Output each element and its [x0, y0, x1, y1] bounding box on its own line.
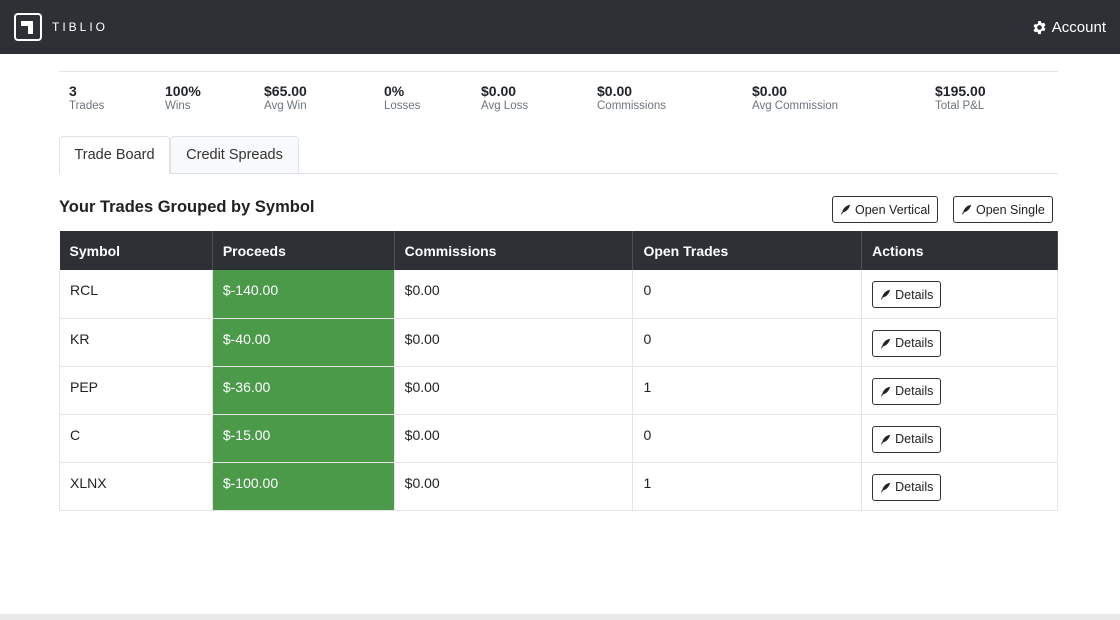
table-row: KR $-40.00 $0.00 0 Details	[59, 318, 1058, 367]
stat-value: $0.00	[481, 83, 517, 99]
feather-icon	[881, 434, 891, 444]
cell-actions: Details	[861, 318, 1058, 367]
cell-open-trades: 1	[632, 366, 863, 415]
stat-wins: 100% Wins	[165, 84, 201, 114]
details-button[interactable]: Details	[872, 425, 942, 453]
stat-value: 3	[69, 83, 77, 99]
header-symbol[interactable]: Symbol	[59, 231, 213, 270]
details-button[interactable]: Details	[872, 377, 942, 405]
open-vertical-button[interactable]: Open Vertical	[832, 196, 939, 223]
cell-actions: Details	[861, 366, 1058, 415]
cell-open-trades: 0	[632, 318, 863, 367]
table-header-row: Symbol Proceeds Commissions Open Trades …	[59, 231, 1058, 270]
cell-symbol: XLNX	[59, 462, 213, 511]
header-commissions[interactable]: Commissions	[394, 231, 634, 270]
cell-commissions: $0.00	[394, 462, 634, 511]
cell-symbol: C	[59, 414, 213, 463]
table-row: RCL $-140.00 $0.00 0 Details	[59, 270, 1058, 319]
open-single-button[interactable]: Open Single	[953, 196, 1053, 223]
details-label: Details	[895, 287, 934, 302]
stat-label: Trades	[69, 100, 105, 112]
trades-table: Symbol Proceeds Commissions Open Trades …	[59, 231, 1058, 511]
stat-commissions: $0.00 Commissions	[597, 84, 666, 114]
cell-commissions: $0.00	[394, 270, 634, 319]
details-label: Details	[895, 384, 934, 398]
stat-label: Total P&L	[935, 100, 985, 112]
stat-label: Avg Commission	[752, 100, 839, 112]
cell-actions: Details	[861, 414, 1058, 463]
stat-value: $0.00	[597, 83, 633, 99]
stat-label: Wins	[165, 100, 191, 112]
table-row: XLNX $-100.00 $0.00 1 Details	[59, 462, 1058, 511]
feather-icon	[961, 204, 972, 215]
main-container: 3 Trades 100% Wins $65.00 Avg Win 0% Los…	[59, 54, 1058, 511]
stat-trades: 3 Trades	[69, 84, 104, 114]
table-row: C $-15.00 $0.00 0 Details	[59, 414, 1058, 463]
cell-open-trades: 1	[632, 462, 863, 511]
section-header: Your Trades Grouped by Symbol Open Verti…	[59, 196, 1058, 232]
table-row: PEP $-36.00 $0.00 1 Details	[59, 366, 1058, 415]
cell-symbol: RCL	[59, 270, 213, 319]
brand-name: TIBLIO	[52, 20, 109, 34]
stats-bar: 3 Trades 100% Wins $65.00 Avg Win 0% Los…	[59, 71, 1058, 129]
stat-label: Avg Loss	[481, 100, 529, 112]
cell-commissions: $0.00	[394, 366, 634, 415]
tiblio-logo-icon	[14, 13, 42, 41]
navbar: TIBLIO Account	[0, 0, 1120, 54]
details-label: Details	[895, 432, 934, 446]
cell-open-trades: 0	[632, 270, 863, 319]
details-label: Details	[895, 480, 934, 494]
stat-avg-commission: $0.00 Avg Commission	[752, 84, 838, 114]
stat-label: Losses	[384, 100, 421, 112]
header-actions: Actions	[861, 231, 1058, 270]
section-title: Your Trades Grouped by Symbol	[59, 198, 315, 216]
feather-icon	[881, 386, 891, 396]
open-single-label: Open Single	[976, 202, 1045, 217]
details-button[interactable]: Details	[872, 329, 942, 357]
header-open-trades[interactable]: Open Trades	[632, 231, 863, 270]
feather-icon	[881, 289, 891, 300]
stat-total-pnl: $195.00 Total P&L	[935, 84, 986, 114]
stat-avg-loss: $0.00 Avg Loss	[481, 84, 528, 114]
cell-proceeds: $-36.00	[212, 366, 395, 415]
brand-logo-link[interactable]: TIBLIO	[14, 13, 108, 41]
tab-bar: Trade Board Credit Spreads	[59, 136, 1058, 174]
feather-icon	[840, 204, 851, 215]
page-bottom-border	[0, 614, 1120, 620]
cell-proceeds: $-15.00	[212, 414, 395, 463]
gear-icon	[1033, 20, 1046, 34]
stat-value: $195.00	[935, 83, 986, 99]
stat-value: 100%	[165, 83, 201, 99]
feather-icon	[881, 482, 891, 492]
cell-proceeds: $-140.00	[212, 270, 395, 319]
details-button[interactable]: Details	[872, 473, 942, 501]
stat-value: $65.00	[264, 83, 307, 99]
cell-symbol: PEP	[59, 366, 213, 415]
account-label: Account	[1051, 18, 1106, 36]
cell-proceeds: $-100.00	[212, 462, 395, 511]
details-button[interactable]: Details	[872, 281, 942, 308]
cell-proceeds: $-40.00	[212, 318, 395, 367]
details-label: Details	[895, 336, 934, 350]
cell-commissions: $0.00	[394, 414, 634, 463]
tab-trade-board[interactable]: Trade Board	[59, 136, 170, 174]
stat-losses: 0% Losses	[384, 84, 420, 114]
feather-icon	[881, 338, 891, 348]
cell-symbol: KR	[59, 318, 213, 367]
account-menu[interactable]: Account	[1032, 19, 1106, 36]
stat-avg-win: $65.00 Avg Win	[264, 84, 307, 114]
stat-label: Commissions	[597, 100, 667, 112]
tab-credit-spreads[interactable]: Credit Spreads	[170, 136, 299, 174]
open-vertical-label: Open Vertical	[855, 202, 931, 217]
stat-value: $0.00	[752, 83, 788, 99]
cell-actions: Details	[861, 462, 1058, 511]
stat-label: Avg Win	[264, 100, 307, 112]
stat-value: 0%	[384, 83, 405, 99]
cell-open-trades: 0	[632, 414, 863, 463]
cell-commissions: $0.00	[394, 318, 634, 367]
cell-actions: Details	[861, 270, 1058, 319]
header-proceeds[interactable]: Proceeds	[212, 231, 395, 270]
